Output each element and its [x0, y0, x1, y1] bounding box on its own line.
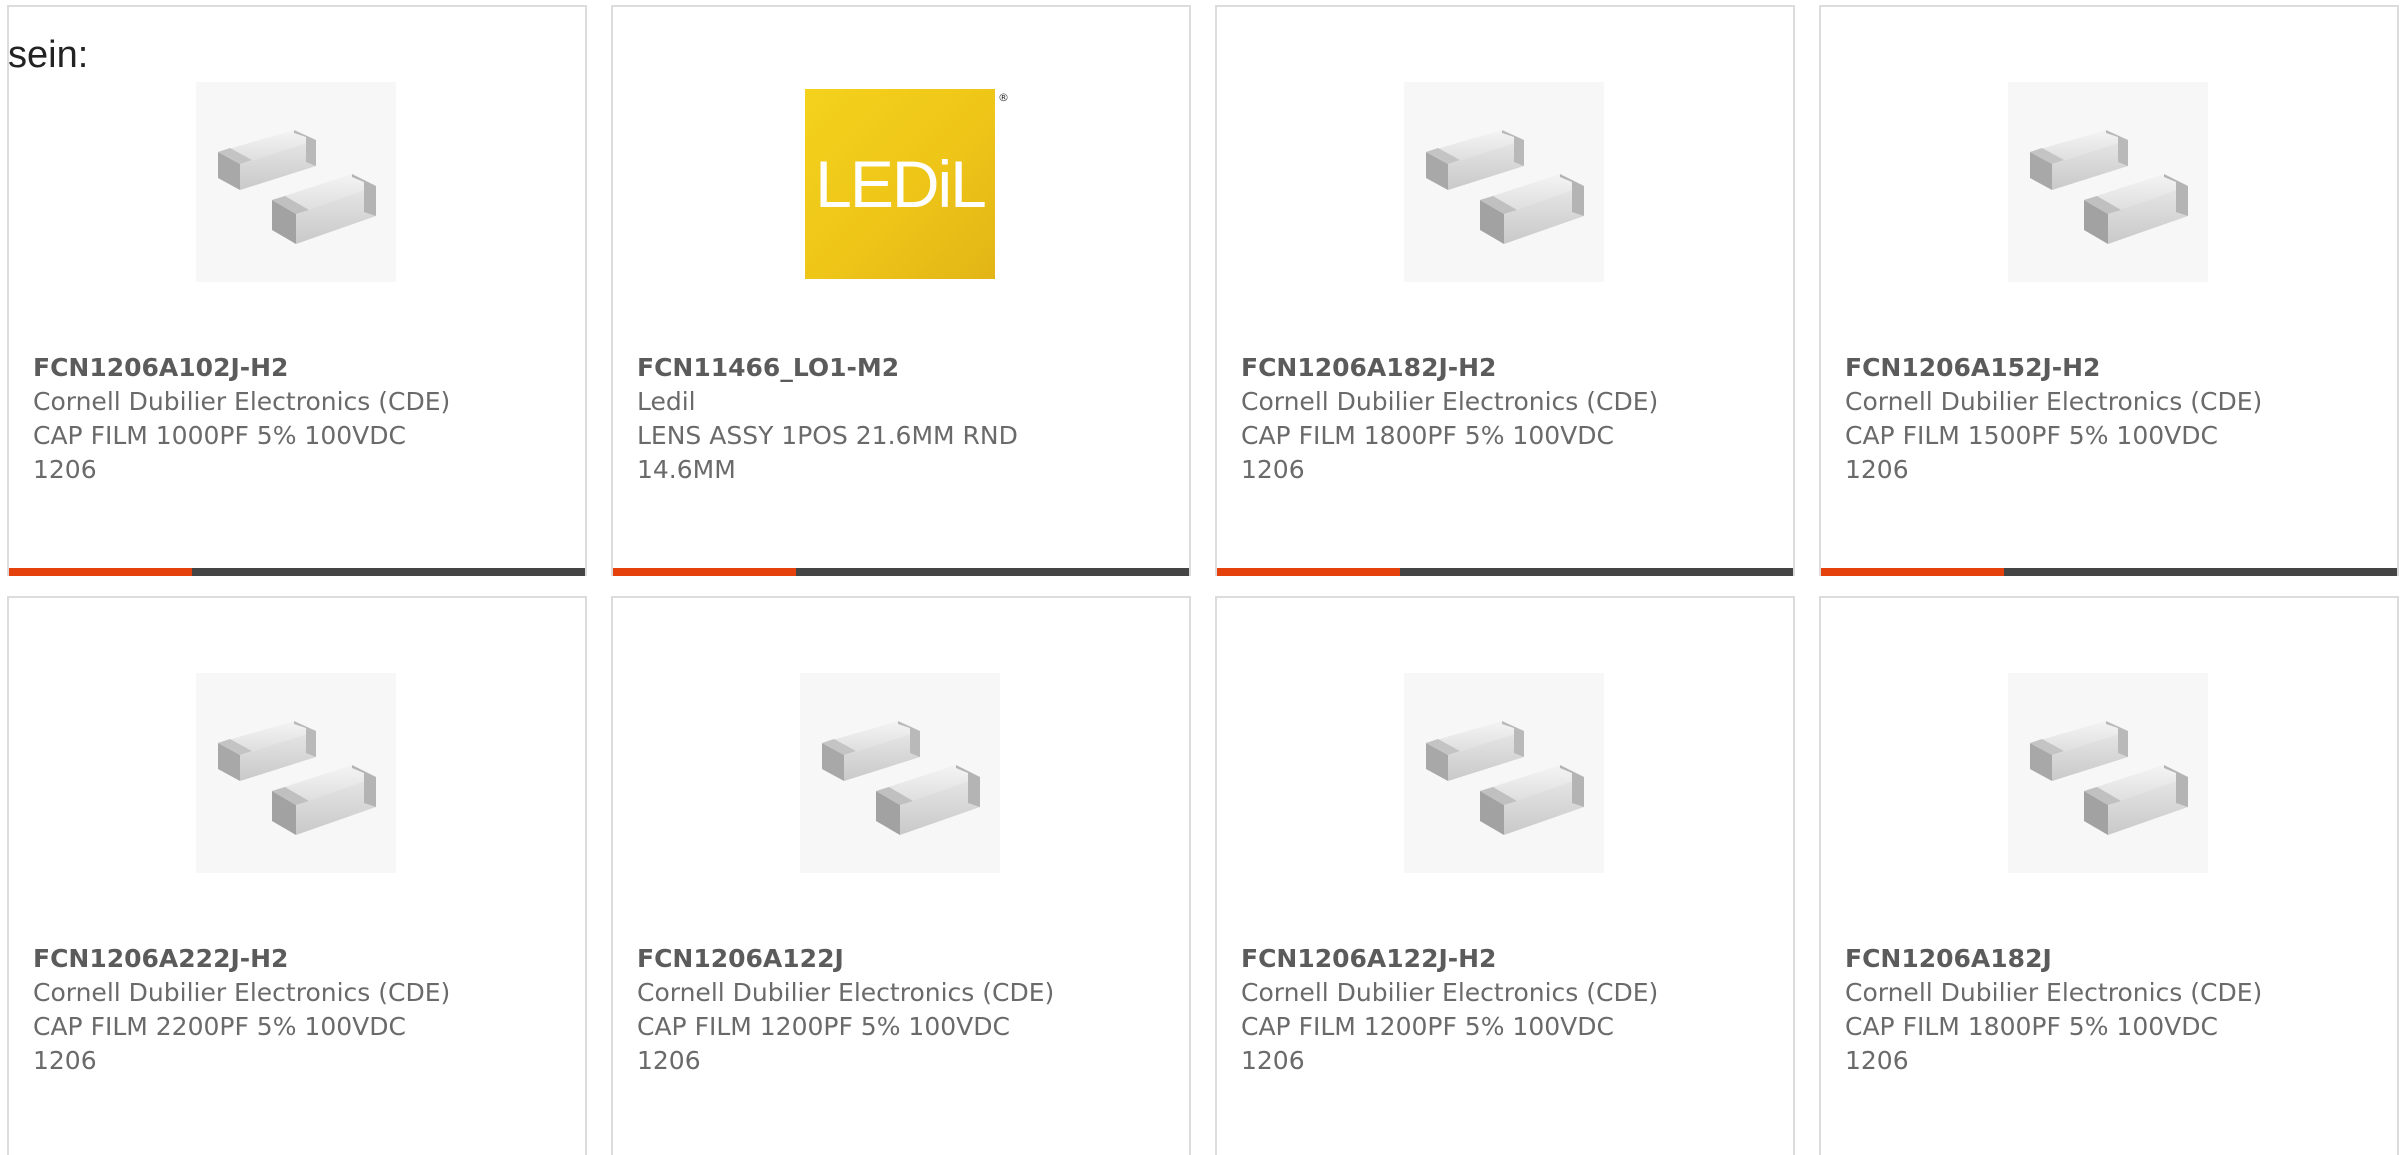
- manufacturer: Ledil: [637, 387, 696, 416]
- part-number[interactable]: FCN1206A222J-H2: [33, 942, 565, 976]
- product-card[interactable]: LEDiL ® FCN11466_LO1-M2 Ledil LENS ASSY …: [611, 5, 1191, 576]
- card-underline: [1217, 568, 1793, 576]
- part-number[interactable]: FCN11466_LO1-M2: [637, 351, 1169, 385]
- description-line-2: 1206: [637, 1046, 701, 1075]
- product-image: [2003, 77, 2213, 287]
- description-line-1: CAP FILM 1800PF 5% 100VDC: [1241, 421, 1614, 450]
- product-card[interactable]: FCN1206A182J-H2 Cornell Dubilier Electro…: [1215, 5, 1795, 576]
- description-line-1: CAP FILM 1200PF 5% 100VDC: [1241, 1012, 1614, 1041]
- description-line-1: CAP FILM 1800PF 5% 100VDC: [1845, 1012, 2218, 1041]
- part-number[interactable]: FCN1206A182J: [1845, 942, 2377, 976]
- manufacturer: Cornell Dubilier Electronics (CDE): [1845, 387, 2263, 416]
- part-number[interactable]: FCN1206A122J: [637, 942, 1169, 976]
- product-image: [191, 77, 401, 287]
- smd-capacitor-image: [196, 673, 396, 873]
- card-underline-accent: [613, 568, 796, 576]
- part-number[interactable]: FCN1206A122J-H2: [1241, 942, 1773, 976]
- description-line-2: 1206: [1845, 1046, 1909, 1075]
- smd-capacitor-image: [196, 82, 396, 282]
- description-line-1: CAP FILM 1000PF 5% 100VDC: [33, 421, 406, 450]
- description-line-2: 1206: [1845, 455, 1909, 484]
- product-info: FCN1206A182J Cornell Dubilier Electronic…: [1845, 942, 2377, 1078]
- description-line-2: 1206: [33, 1046, 97, 1075]
- product-card[interactable]: FCN1206A152J-H2 Cornell Dubilier Electro…: [1819, 5, 2399, 576]
- card-underline: [9, 568, 585, 576]
- product-image: [795, 668, 1005, 878]
- manufacturer: Cornell Dubilier Electronics (CDE): [1845, 978, 2263, 1007]
- product-image: [2003, 668, 2213, 878]
- description-line-1: CAP FILM 1200PF 5% 100VDC: [637, 1012, 1010, 1041]
- intro-text: sein:: [8, 34, 89, 76]
- smd-capacitor-image: [2008, 673, 2208, 873]
- card-underline-accent: [1821, 568, 2004, 576]
- smd-capacitor-image: [1404, 82, 1604, 282]
- product-grid: FCN1206A102J-H2 Cornell Dubilier Electro…: [7, 5, 2400, 1155]
- card-underline-accent: [1217, 568, 1400, 576]
- manufacturer: Cornell Dubilier Electronics (CDE): [637, 978, 1055, 1007]
- product-image: [1399, 77, 1609, 287]
- product-info: FCN1206A102J-H2 Cornell Dubilier Electro…: [33, 351, 565, 487]
- product-card[interactable]: FCN1206A222J-H2 Cornell Dubilier Electro…: [7, 596, 587, 1155]
- product-info: FCN1206A152J-H2 Cornell Dubilier Electro…: [1845, 351, 2377, 487]
- product-info: FCN11466_LO1-M2 Ledil LENS ASSY 1POS 21.…: [637, 351, 1169, 487]
- part-number[interactable]: FCN1206A152J-H2: [1845, 351, 2377, 385]
- manufacturer: Cornell Dubilier Electronics (CDE): [33, 978, 451, 1007]
- description-line-2: 1206: [33, 455, 97, 484]
- ledil-logo: LEDiL ®: [805, 89, 1009, 279]
- description-line-1: CAP FILM 2200PF 5% 100VDC: [33, 1012, 406, 1041]
- product-image: LEDiL ®: [795, 77, 1009, 287]
- smd-capacitor-image: [800, 673, 1000, 873]
- registered-mark: ®: [998, 91, 1009, 104]
- description-line-1: CAP FILM 1500PF 5% 100VDC: [1845, 421, 2218, 450]
- card-underline: [1821, 568, 2397, 576]
- product-info: FCN1206A182J-H2 Cornell Dubilier Electro…: [1241, 351, 1773, 487]
- product-info: FCN1206A222J-H2 Cornell Dubilier Electro…: [33, 942, 565, 1078]
- product-card[interactable]: FCN1206A122J-H2 Cornell Dubilier Electro…: [1215, 596, 1795, 1155]
- description-line-2: 1206: [1241, 1046, 1305, 1075]
- manufacturer: Cornell Dubilier Electronics (CDE): [1241, 387, 1659, 416]
- product-card[interactable]: FCN1206A182J Cornell Dubilier Electronic…: [1819, 596, 2399, 1155]
- product-card[interactable]: FCN1206A122J Cornell Dubilier Electronic…: [611, 596, 1191, 1155]
- product-info: FCN1206A122J Cornell Dubilier Electronic…: [637, 942, 1169, 1078]
- smd-capacitor-image: [1404, 673, 1604, 873]
- description-line-2: 1206: [1241, 455, 1305, 484]
- card-underline-accent: [9, 568, 192, 576]
- product-info: FCN1206A122J-H2 Cornell Dubilier Electro…: [1241, 942, 1773, 1078]
- card-underline: [613, 568, 1189, 576]
- description-line-2: 14.6MM: [637, 455, 736, 484]
- product-card[interactable]: FCN1206A102J-H2 Cornell Dubilier Electro…: [7, 5, 587, 576]
- manufacturer: Cornell Dubilier Electronics (CDE): [33, 387, 451, 416]
- product-image: [1399, 668, 1609, 878]
- ledil-logo-text: LEDiL: [815, 147, 987, 221]
- description-line-1: LENS ASSY 1POS 21.6MM RND: [637, 421, 1018, 450]
- smd-capacitor-image: [2008, 82, 2208, 282]
- part-number[interactable]: FCN1206A182J-H2: [1241, 351, 1773, 385]
- product-image: [191, 668, 401, 878]
- part-number[interactable]: FCN1206A102J-H2: [33, 351, 565, 385]
- manufacturer: Cornell Dubilier Electronics (CDE): [1241, 978, 1659, 1007]
